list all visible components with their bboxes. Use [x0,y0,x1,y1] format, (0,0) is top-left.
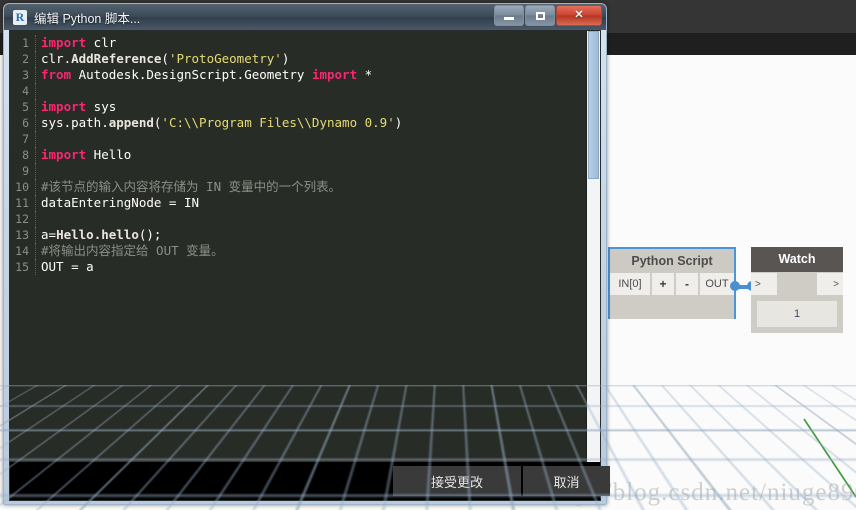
code-lines: 1 import clr 2 clr.AddReference('ProtoGeome… [10,31,600,275]
window-titlebar[interactable]: R 编辑 Python 脚本... ✕ [4,4,606,30]
line-number: 6 [10,115,36,131]
close-icon: ✕ [574,9,584,21]
line-number: 1 [10,35,36,51]
window-controls: ✕ [493,5,602,26]
add-port-button[interactable]: + [652,273,674,295]
line-number: 14 [10,243,36,259]
python-script-editor-window: R 编辑 Python 脚本... ✕ 1 import clr 2 clr.AddR… [3,3,610,505]
line-number: 11 [10,195,36,211]
node-watch-ports: > > [751,273,843,295]
line-number: 10 [10,179,36,195]
line-number: 8 [10,147,36,163]
code-line-text: OUT = a [41,259,94,274]
node-python-script-body [610,295,734,319]
node-python-script-ports: IN[0] + - OUT [610,273,734,295]
watch-port-out[interactable]: > [817,273,843,295]
code-line: 1 import clr [10,35,600,51]
line-number: 13 [10,227,36,243]
remove-port-button[interactable]: - [676,273,698,295]
code-line-text: from Autodesk.DesignScript.Geometry impo… [41,67,373,82]
code-line-text: import sys [41,99,117,114]
code-line: 9 [10,163,600,179]
cancel-button[interactable]: 取消 [523,466,610,496]
line-number: 7 [10,131,36,147]
watch-port-in[interactable]: > [751,273,777,295]
code-line-text: #该节点的输入内容将存储为 IN 变量中的一个列表。 [41,179,342,194]
code-line: 14 #将输出内容指定给 OUT 变量。 [10,243,600,259]
port-in-0[interactable]: IN[0] [610,273,650,295]
node-watch-title: Watch [751,247,843,272]
revit-app-icon: R [13,9,27,25]
code-line: 10 #该节点的输入内容将存储为 IN 变量中的一个列表。 [10,179,600,195]
code-line: 15 OUT = a [10,259,600,275]
editor-body: 1 import clr 2 clr.AddReference('ProtoGeome… [9,30,610,501]
line-number: 2 [10,51,36,67]
minimize-button[interactable] [494,5,524,26]
code-line: 12 [10,211,600,227]
code-line-text: a=Hello.hello(); [41,227,162,242]
code-line: 3 from Autodesk.DesignScript.Geometry imp… [10,67,600,83]
editor-vertical-scrollbar[interactable] [586,31,600,463]
line-number: 15 [10,259,36,275]
code-line-text: sys.path.append('C:\\Program Files\\Dyna… [41,115,403,130]
code-line-text: import Hello [41,147,132,162]
maximize-button[interactable] [525,5,555,26]
accept-changes-button[interactable]: 接受更改 [393,466,521,496]
code-line: 5 import sys [10,99,600,115]
watch-value: 1 [757,301,837,327]
code-line: 7 [10,131,600,147]
code-line-text: #将输出内容指定给 OUT 变量。 [41,243,224,258]
code-editor[interactable]: 1 import clr 2 clr.AddReference('ProtoGeome… [10,31,600,463]
node-python-script[interactable]: Python Script IN[0] + - OUT [608,247,736,319]
code-line-text: import clr [41,35,117,50]
port-out[interactable]: OUT [700,273,734,295]
node-watch[interactable]: Watch > > 1 [751,247,843,333]
close-button[interactable]: ✕ [556,5,602,26]
line-number: 9 [10,163,36,179]
editor-footer: 接受更改 取消 [10,462,610,500]
line-number: 5 [10,99,36,115]
code-line: 6 sys.path.append('C:\\Program Files\\Dyn… [10,115,600,131]
connector-dot-source [730,281,740,291]
code-line: 2 clr.AddReference('ProtoGeometry') [10,51,600,67]
line-number: 3 [10,67,36,83]
line-number: 12 [10,211,36,227]
scrollbar-thumb[interactable] [588,31,599,179]
code-line: 4 [10,83,600,99]
code-line: 8 import Hello [10,147,600,163]
code-line-text: dataEnteringNode = IN [41,195,200,210]
code-line: 11 dataEnteringNode = IN [10,195,600,211]
maximize-icon [535,11,545,20]
code-line: 13 a=Hello.hello(); [10,227,600,243]
line-number: 4 [10,83,36,99]
window-title: 编辑 Python 脚本... [34,11,141,26]
code-line-text: clr.AddReference('ProtoGeometry') [41,51,290,66]
minimize-icon [504,17,514,20]
node-python-script-title: Python Script [610,249,734,273]
